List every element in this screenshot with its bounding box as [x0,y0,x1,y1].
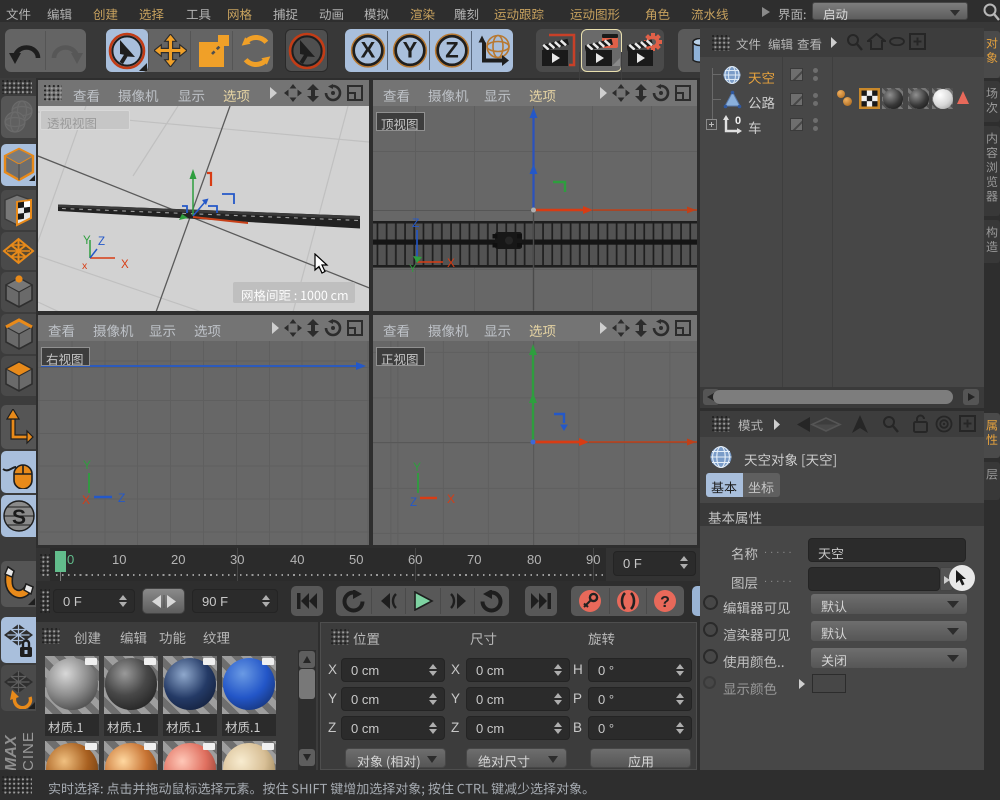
svg-text:Z: Z [445,38,458,63]
svg-text:Z: Z [98,236,105,248]
svg-text:CINE: CINE [20,731,35,771]
svg-text:X: X [121,259,129,271]
svg-text:Y: Y [409,263,417,275]
svg-text:X: X [447,256,455,270]
svg-text:Y: Y [83,235,91,247]
svg-text:MAX: MAX [3,734,20,771]
svg-text:S: S [12,506,26,529]
svg-text:Y: Y [83,458,91,472]
svg-text:0: 0 [735,115,741,127]
svg-text:Y: Y [403,38,418,63]
svg-text:Z: Z [410,497,417,509]
svg-text:Y: Y [413,460,421,474]
svg-text:Z: Z [412,216,419,230]
svg-text:X: X [361,38,376,63]
svg-text:x: x [82,260,88,272]
svg-text:X: X [82,493,90,507]
svg-text:Z: Z [118,491,125,505]
svg-text:X: X [447,492,455,506]
svg-text:?: ? [660,594,670,611]
